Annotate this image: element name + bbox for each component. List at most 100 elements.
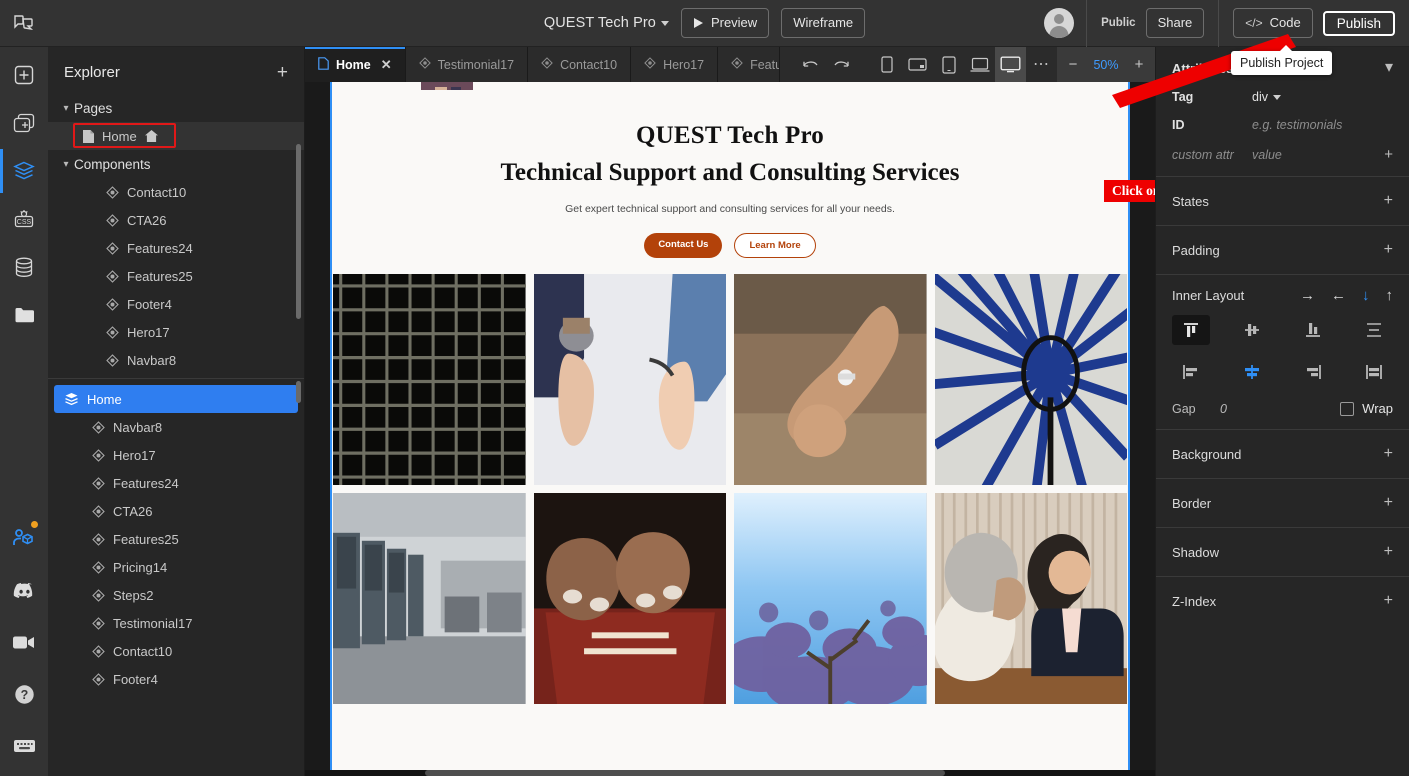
list-item[interactable]: Hero17 [48, 318, 304, 346]
add-padding-button[interactable]: + [1384, 242, 1393, 258]
video-icon[interactable] [0, 626, 48, 658]
keyboard-icon[interactable] [0, 730, 48, 762]
holding-hands-image[interactable] [533, 274, 726, 485]
list-item[interactable]: Features25 [48, 262, 304, 290]
list-item[interactable]: Pricing14 [48, 553, 304, 581]
list-item[interactable]: Contact10 [48, 637, 304, 665]
zoom-in-button[interactable]: + [1127, 56, 1151, 73]
justify-between-icon[interactable] [1355, 357, 1393, 387]
chevron-down-icon[interactable]: ▾ [1385, 60, 1393, 76]
layers-icon[interactable] [0, 149, 48, 193]
list-item[interactable]: Contact10 [48, 178, 304, 206]
mobile-landscape-icon[interactable] [902, 47, 933, 82]
undo-icon[interactable] [795, 47, 826, 82]
justify-center-icon[interactable] [1233, 357, 1271, 387]
tab-home[interactable]: Home ✕ [305, 47, 406, 82]
list-item[interactable]: Testimonial17 [48, 609, 304, 637]
tab-testimonial17[interactable]: Testimonial17 [406, 47, 529, 82]
preview-button[interactable]: Preview [680, 8, 770, 38]
add-page-icon[interactable] [0, 107, 48, 139]
chevron-down-icon[interactable] [1272, 94, 1281, 100]
contact-us-button[interactable]: Contact Us [644, 233, 723, 258]
canvas-scrollbar-thumb[interactable] [425, 770, 945, 776]
wrap-checkbox[interactable] [1340, 401, 1355, 416]
list-item[interactable]: CTA26 [48, 206, 304, 234]
mobile-portrait-icon[interactable] [871, 47, 902, 82]
publish-button[interactable]: Publish [1322, 10, 1395, 36]
add-border-button[interactable]: + [1384, 495, 1393, 511]
close-icon[interactable]: ✕ [381, 57, 392, 73]
list-item[interactable]: Features25 [48, 525, 304, 553]
blue-dome-architecture-image[interactable] [934, 274, 1127, 485]
hands-on-book-image[interactable] [533, 493, 726, 704]
wireframe-button[interactable]: Wireframe [781, 8, 866, 38]
align-end-icon[interactable] [1294, 315, 1332, 345]
page-canvas[interactable]: QUEST Tech Pro Technical Support and Con… [330, 82, 1130, 776]
list-item[interactable]: Features24 [48, 469, 304, 497]
list-item[interactable]: Footer4 [48, 290, 304, 318]
explorer-scrollbar-thumb[interactable] [296, 144, 301, 319]
tree-item-home-page[interactable]: Home [48, 122, 304, 150]
tablet-icon[interactable] [933, 47, 964, 82]
redo-icon[interactable] [826, 47, 857, 82]
custom-value-input[interactable]: value [1252, 148, 1282, 162]
justify-end-icon[interactable] [1294, 357, 1332, 387]
layer-root-home[interactable]: Home [54, 385, 298, 413]
align-start-icon[interactable] [1172, 315, 1210, 345]
layer-scrollbar-thumb[interactable] [296, 381, 301, 403]
direction-row-reverse-icon[interactable]: ← [1331, 288, 1346, 303]
direction-column-reverse-icon[interactable]: ↑ [1386, 288, 1394, 303]
metal-grate-image[interactable] [333, 274, 526, 485]
code-button[interactable]: </> Code [1233, 8, 1313, 38]
share-button[interactable]: Share [1145, 8, 1205, 38]
custom-attr-input[interactable]: custom attr [1172, 148, 1252, 162]
tree-group-components[interactable]: ▾ Components [48, 150, 304, 178]
add-zindex-button[interactable]: + [1384, 593, 1393, 609]
add-shadow-button[interactable]: + [1384, 544, 1393, 560]
tab-features[interactable]: Featur [718, 47, 781, 82]
justify-start-icon[interactable] [1172, 357, 1210, 387]
canvas-area[interactable]: QUEST Tech Pro Technical Support and Con… [305, 82, 1155, 776]
database-icon[interactable] [0, 251, 48, 283]
align-stretch-icon[interactable] [1355, 315, 1393, 345]
gap-input[interactable]: 0 [1220, 402, 1227, 416]
align-center-icon[interactable] [1233, 315, 1271, 345]
more-options-icon[interactable]: ⋯ [1026, 47, 1057, 82]
tree-group-pages[interactable]: ▾ Pages [48, 94, 304, 122]
list-item[interactable]: Navbar8 [48, 346, 304, 374]
discord-icon[interactable] [0, 574, 48, 606]
zoom-out-button[interactable]: − [1061, 56, 1085, 73]
list-item[interactable]: Hero17 [48, 441, 304, 469]
css-icon[interactable]: CSS [0, 203, 48, 235]
direction-row-icon[interactable]: → [1300, 288, 1315, 303]
desktop-icon[interactable] [995, 47, 1026, 82]
tab-hero17[interactable]: Hero17 [631, 47, 719, 82]
direction-column-icon[interactable]: ↓ [1362, 288, 1370, 303]
add-background-button[interactable]: + [1384, 446, 1393, 462]
learn-more-button[interactable]: Learn More [734, 233, 816, 258]
project-name-menu[interactable]: QUEST Tech Pro [544, 15, 669, 31]
list-item[interactable]: Steps2 [48, 581, 304, 609]
list-item[interactable]: Features24 [48, 234, 304, 262]
account-3d-icon[interactable] [0, 521, 48, 554]
folder-icon[interactable] [0, 299, 48, 331]
hand-with-ring-image[interactable] [734, 274, 927, 485]
explorer-add-button[interactable]: + [277, 63, 288, 82]
hero-section[interactable]: QUEST Tech Pro Technical Support and Con… [332, 82, 1128, 258]
business-meeting-image[interactable] [934, 493, 1127, 704]
avatar[interactable] [1032, 0, 1086, 47]
list-item[interactable]: CTA26 [48, 497, 304, 525]
jacaranda-tree-sky-image[interactable] [734, 493, 927, 704]
tag-value[interactable]: div [1252, 90, 1268, 104]
laptop-icon[interactable] [964, 47, 995, 82]
list-item[interactable]: Navbar8 [48, 413, 304, 441]
list-item[interactable]: Footer4 [48, 665, 304, 693]
add-state-button[interactable]: + [1384, 193, 1393, 209]
wrap-toggle[interactable]: Wrap [1340, 401, 1393, 416]
tab-contact10[interactable]: Contact10 [528, 47, 632, 82]
id-input[interactable]: e.g. testimonials [1252, 118, 1342, 132]
office-lockers-image[interactable] [333, 493, 526, 704]
help-icon[interactable]: ? [0, 678, 48, 710]
add-element-icon[interactable] [0, 59, 48, 91]
add-attribute-button[interactable]: + [1384, 146, 1393, 163]
